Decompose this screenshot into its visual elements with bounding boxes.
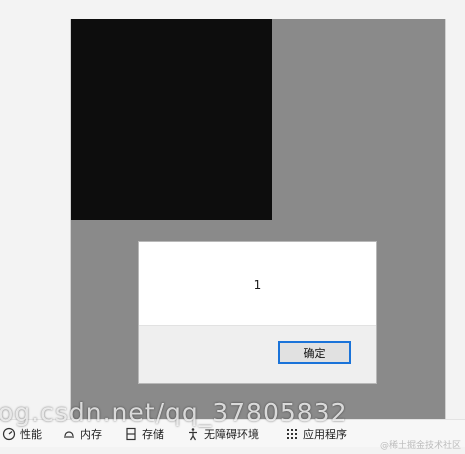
credit-watermark: @稀土掘金技术社区 — [379, 441, 461, 451]
toolbar-item-performance[interactable]: 性能 — [2, 425, 42, 443]
toolbar-item-application[interactable]: 应用程序 — [285, 425, 347, 443]
application-icon — [285, 427, 299, 441]
toolbar-item-label: 应用程序 — [303, 428, 347, 441]
alert-footer: 确定 — [139, 325, 376, 383]
toolbar-item-storage[interactable]: 存储 — [124, 425, 164, 443]
toolbar-item-label: 内存 — [80, 428, 102, 441]
black-square — [71, 19, 272, 220]
toolbar-item-accessibility[interactable]: 无障碍环境 — [186, 425, 259, 443]
toolbar-item-label: 存储 — [142, 428, 164, 441]
performance-icon — [2, 427, 16, 441]
alert-dialog: 1 确定 — [138, 241, 377, 384]
storage-icon — [124, 427, 138, 441]
ok-button[interactable]: 确定 — [278, 341, 351, 364]
browser-page-area: 1 确定 — [70, 19, 446, 419]
alert-message: 1 — [253, 278, 262, 292]
accessibility-icon — [186, 427, 200, 441]
toolbar-item-label: 性能 — [20, 428, 42, 441]
toolbar-item-label: 无障碍环境 — [204, 428, 259, 441]
toolbar-item-memory[interactable]: 内存 — [62, 425, 102, 443]
memory-icon — [62, 427, 76, 441]
